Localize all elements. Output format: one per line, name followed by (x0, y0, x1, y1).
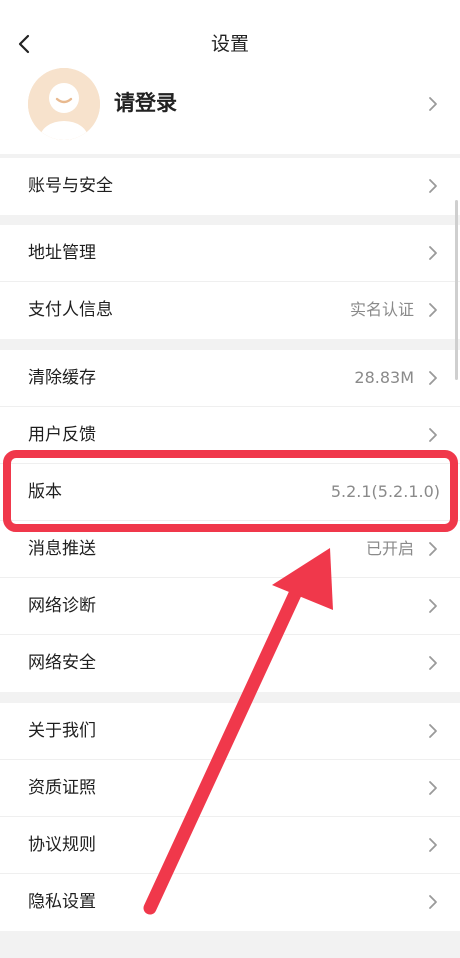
settings-row-network-security[interactable]: 网络安全 (0, 635, 460, 692)
row-label: 网络诊断 (28, 596, 96, 616)
chevron-right-icon (429, 428, 437, 442)
settings-row-agreements[interactable]: 协议规则 (0, 817, 460, 874)
settings-screen: 设置 请登录 账号与安全 地址管理 支付人信息 实名认证 清除缓存 28.83M… (0, 0, 460, 958)
chevron-right-icon (429, 303, 437, 317)
row-label: 用户反馈 (28, 425, 96, 445)
row-label: 关于我们 (28, 721, 96, 741)
settings-row-about-us[interactable]: 关于我们 (0, 703, 460, 760)
section-app: 清除缓存 28.83M 用户反馈 版本 5.2.1(5.2.1.0) 消息推送 … (0, 350, 460, 692)
row-label: 清除缓存 (28, 368, 96, 388)
row-label: 网络安全 (28, 653, 96, 673)
chevron-right-icon (429, 838, 437, 852)
chevron-right-icon (429, 97, 437, 111)
row-value: 28.83M (354, 368, 414, 387)
chevron-right-icon (429, 542, 437, 556)
section-about: 关于我们 资质证照 协议规则 隐私设置 (0, 703, 460, 931)
login-row[interactable]: 请登录 (0, 62, 460, 154)
row-label: 消息推送 (28, 539, 96, 559)
row-label: 账号与安全 (28, 176, 113, 196)
settings-row-qualifications[interactable]: 资质证照 (0, 760, 460, 817)
chevron-right-icon (429, 599, 437, 613)
row-value: 实名认证 (349, 300, 414, 319)
settings-row-privacy[interactable]: 隐私设置 (0, 874, 460, 931)
section-address-payment: 地址管理 支付人信息 实名认证 (0, 225, 460, 339)
chevron-right-icon (429, 371, 437, 385)
row-label: 版本 (28, 482, 62, 502)
chevron-right-icon (429, 179, 437, 193)
row-label: 地址管理 (28, 243, 96, 263)
chevron-right-icon (429, 656, 437, 670)
row-value: 5.2.1(5.2.1.0) (330, 482, 440, 501)
settings-row-address[interactable]: 地址管理 (0, 225, 460, 282)
section-account: 账号与安全 (0, 158, 460, 215)
row-label: 隐私设置 (28, 892, 96, 912)
settings-row-payer-info[interactable]: 支付人信息 实名认证 (0, 282, 460, 339)
chevron-right-icon (429, 895, 437, 909)
settings-row-push[interactable]: 消息推送 已开启 (0, 521, 460, 578)
settings-row-feedback[interactable]: 用户反馈 (0, 407, 460, 464)
row-label: 支付人信息 (28, 300, 113, 320)
row-value: 已开启 (365, 539, 414, 558)
settings-row-version[interactable]: 版本 5.2.1(5.2.1.0) (0, 464, 460, 521)
row-label: 资质证照 (28, 778, 96, 798)
scrollbar[interactable] (455, 200, 458, 380)
row-label: 协议规则 (28, 835, 96, 855)
chevron-right-icon (429, 781, 437, 795)
settings-row-network-diagnosis[interactable]: 网络诊断 (0, 578, 460, 635)
settings-row-account-security[interactable]: 账号与安全 (0, 158, 460, 215)
chevron-right-icon (429, 724, 437, 738)
login-label: 请登录 (114, 91, 177, 115)
chevron-right-icon (429, 246, 437, 260)
avatar (28, 68, 100, 140)
page-title: 设置 (210, 33, 249, 55)
default-user-avatar-icon (28, 68, 100, 140)
settings-row-clear-cache[interactable]: 清除缓存 28.83M (0, 350, 460, 407)
